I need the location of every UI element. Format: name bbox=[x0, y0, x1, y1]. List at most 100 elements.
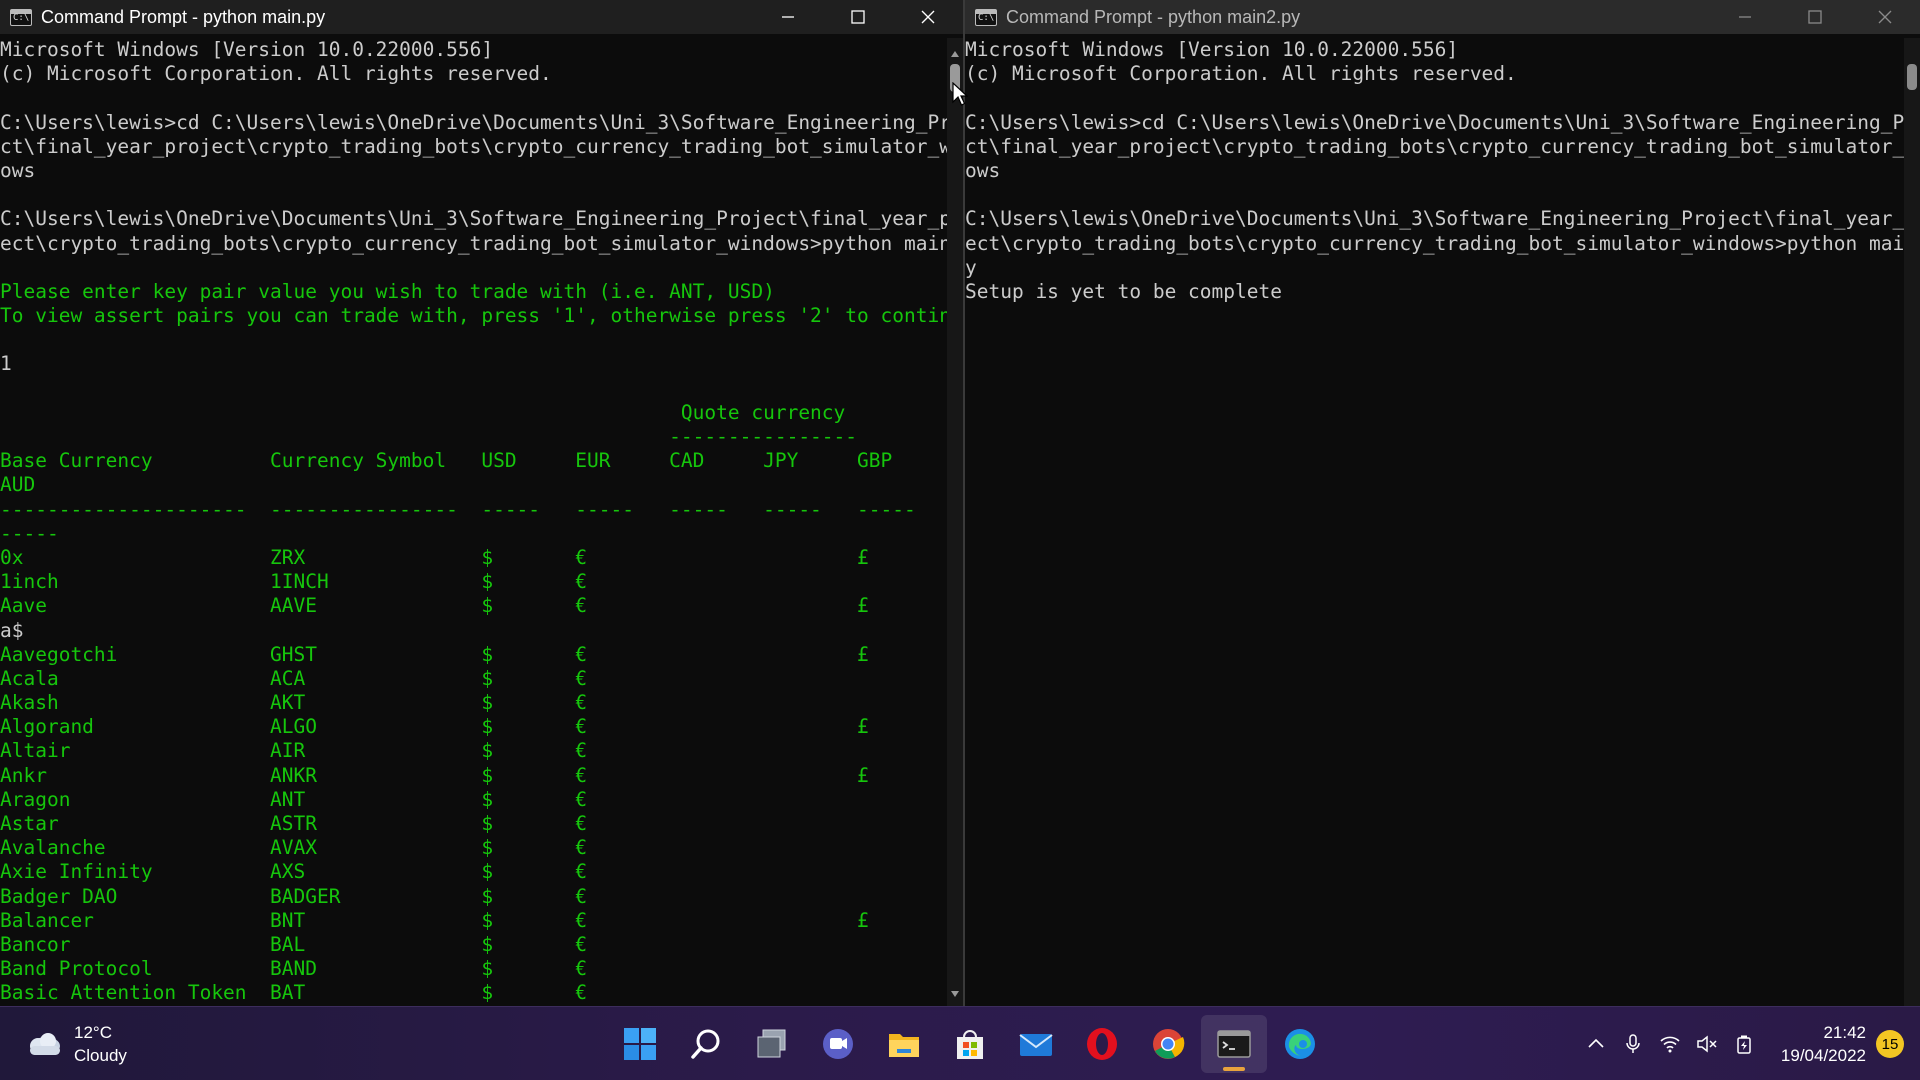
terminal-button[interactable] bbox=[1201, 1015, 1267, 1073]
title-bar[interactable]: C:\ Command Prompt - python main2.py bbox=[965, 0, 1920, 34]
weather-condition: Cloudy bbox=[74, 1046, 127, 1065]
chrome-icon bbox=[1153, 1029, 1185, 1059]
window-title: Command Prompt - python main2.py bbox=[1006, 6, 1301, 27]
file-explorer-icon bbox=[889, 1034, 919, 1057]
search-icon bbox=[691, 1029, 720, 1059]
arrow-down-icon bbox=[951, 991, 959, 997]
console-line: Altair AIR $ € bbox=[0, 739, 587, 763]
vertical-scrollbar[interactable] bbox=[1904, 38, 1920, 1006]
minimize-icon bbox=[782, 16, 794, 18]
wifi-icon bbox=[1660, 1036, 1680, 1053]
close-button[interactable] bbox=[1850, 0, 1920, 34]
terminal-icon bbox=[1217, 1030, 1251, 1058]
console-line: Please enter key pair value you wish to … bbox=[0, 279, 775, 303]
mail-icon bbox=[1019, 1034, 1053, 1056]
console-line: (c) Microsoft Corporation. All rights re… bbox=[965, 62, 1517, 86]
chevron-up-icon bbox=[1588, 1038, 1604, 1048]
clock-time: 21:42 bbox=[1823, 1023, 1866, 1042]
console-line: (c) Microsoft Corporation. All rights re… bbox=[0, 62, 552, 86]
teams-chat-button[interactable] bbox=[805, 1015, 871, 1073]
console-line: Base Currency Currency Symbol USD EUR CA… bbox=[0, 449, 947, 473]
cmd-icon: C:\ bbox=[10, 8, 32, 26]
command-prompt-window-main[interactable]: C:\ Command Prompt - python main.py Micr… bbox=[0, 0, 963, 1006]
maximize-icon bbox=[851, 10, 865, 24]
console-line: ect\crypto_trading_bots\crypto_currency_… bbox=[0, 231, 947, 255]
console-line: Aragon ANT $ € bbox=[0, 787, 587, 811]
command-prompt-window-main2[interactable]: C:\ Command Prompt - python main2.py Mic… bbox=[963, 0, 1920, 1006]
console-line: Badger DAO BADGER $ € bbox=[0, 884, 587, 908]
console-line: C:\Users\lewis\OneDrive\Documents\Uni_3\… bbox=[965, 207, 1904, 231]
clock[interactable]: 21:42 19/04/2022 bbox=[1781, 1021, 1866, 1067]
mouse-cursor-icon bbox=[952, 82, 968, 106]
maximize-icon bbox=[1808, 10, 1822, 24]
console-line: To view assert pairs you can trade with,… bbox=[0, 304, 947, 328]
system-tray: 21:42 19/04/2022 15 bbox=[1578, 1007, 1920, 1080]
maximize-button[interactable] bbox=[1780, 0, 1850, 34]
notification-badge[interactable]: 15 bbox=[1876, 1030, 1904, 1058]
console-line: Band Protocol BAND $ € bbox=[0, 957, 587, 981]
taskbar: 12°C Cloudy 21:42 19/04/2022 15 bbox=[0, 1006, 1920, 1080]
console-output[interactable]: Microsoft Windows [Version 10.0.22000.55… bbox=[965, 38, 1904, 1006]
opera-button[interactable] bbox=[1069, 1015, 1135, 1073]
minimize-button[interactable] bbox=[753, 0, 823, 34]
edge-button[interactable] bbox=[1267, 1015, 1333, 1073]
title-bar[interactable]: C:\ Command Prompt - python main.py bbox=[0, 0, 963, 34]
mail-button[interactable] bbox=[1003, 1015, 1069, 1073]
close-icon bbox=[1878, 10, 1892, 24]
console-line: Quote currency bbox=[0, 400, 846, 424]
console-line: ows bbox=[965, 158, 1001, 182]
console-line: Setup is yet to be complete bbox=[965, 279, 1282, 303]
minimize-button[interactable] bbox=[1710, 0, 1780, 34]
console-line: Axie Infinity AXS $ € bbox=[0, 860, 587, 884]
console-line: 1 bbox=[0, 352, 12, 376]
close-button[interactable] bbox=[893, 0, 963, 34]
microphone-icon bbox=[1626, 1034, 1640, 1053]
opera-icon bbox=[1087, 1028, 1117, 1060]
console-line: Aave AAVE $ € £ bbox=[0, 594, 869, 618]
console-output[interactable]: Microsoft Windows [Version 10.0.22000.55… bbox=[0, 38, 947, 1006]
console-line: C:\Users\lewis\OneDrive\Documents\Uni_3\… bbox=[0, 207, 947, 231]
weather-widget[interactable]: 12°C Cloudy bbox=[24, 1021, 127, 1067]
console-line: Bancor BAL $ € bbox=[0, 932, 587, 956]
microphone-button[interactable] bbox=[1615, 1026, 1651, 1062]
volume-muted-icon bbox=[1697, 1035, 1717, 1053]
vertical-scrollbar[interactable] bbox=[947, 38, 963, 1006]
battery-button[interactable] bbox=[1726, 1026, 1762, 1062]
close-icon bbox=[921, 10, 935, 24]
minimize-icon bbox=[1739, 16, 1751, 18]
edge-icon bbox=[1285, 1029, 1315, 1059]
show-hidden-icons-button[interactable] bbox=[1578, 1026, 1614, 1062]
console-line: 0x ZRX $ € £ bbox=[0, 545, 869, 569]
scroll-thumb[interactable] bbox=[1907, 64, 1917, 90]
active-app-indicator bbox=[1223, 1067, 1245, 1071]
search-button[interactable] bbox=[673, 1015, 739, 1073]
console-line: AUD bbox=[0, 473, 36, 497]
window-title: Command Prompt - python main.py bbox=[41, 6, 326, 27]
console-line: Microsoft Windows [Version 10.0.22000.55… bbox=[0, 38, 494, 61]
console-line: a$ bbox=[0, 618, 24, 642]
console-line: Astar ASTR $ € bbox=[0, 812, 587, 835]
console-line: Aavegotchi GHST $ € £ bbox=[0, 642, 869, 666]
chrome-button[interactable] bbox=[1135, 1015, 1201, 1073]
console-line: 1inch 1INCH $ € bbox=[0, 570, 587, 594]
microsoft-store-button[interactable] bbox=[937, 1015, 1003, 1073]
arrow-up-icon bbox=[951, 51, 959, 57]
console-line: Akash AKT $ € bbox=[0, 691, 587, 715]
console-line: ----- bbox=[0, 521, 59, 545]
console-line: Acala ACA $ € bbox=[0, 666, 587, 690]
start-button[interactable] bbox=[607, 1015, 673, 1073]
scroll-up-button[interactable] bbox=[947, 46, 963, 62]
task-view-icon bbox=[757, 1029, 786, 1058]
file-explorer-button[interactable] bbox=[871, 1015, 937, 1073]
wifi-button[interactable] bbox=[1652, 1026, 1688, 1062]
scroll-down-button[interactable] bbox=[947, 986, 963, 1002]
task-view-button[interactable] bbox=[739, 1015, 805, 1073]
volume-button[interactable] bbox=[1689, 1026, 1725, 1062]
start-icon bbox=[624, 1028, 656, 1060]
maximize-button[interactable] bbox=[823, 0, 893, 34]
cmd-icon: C:\ bbox=[975, 8, 997, 26]
